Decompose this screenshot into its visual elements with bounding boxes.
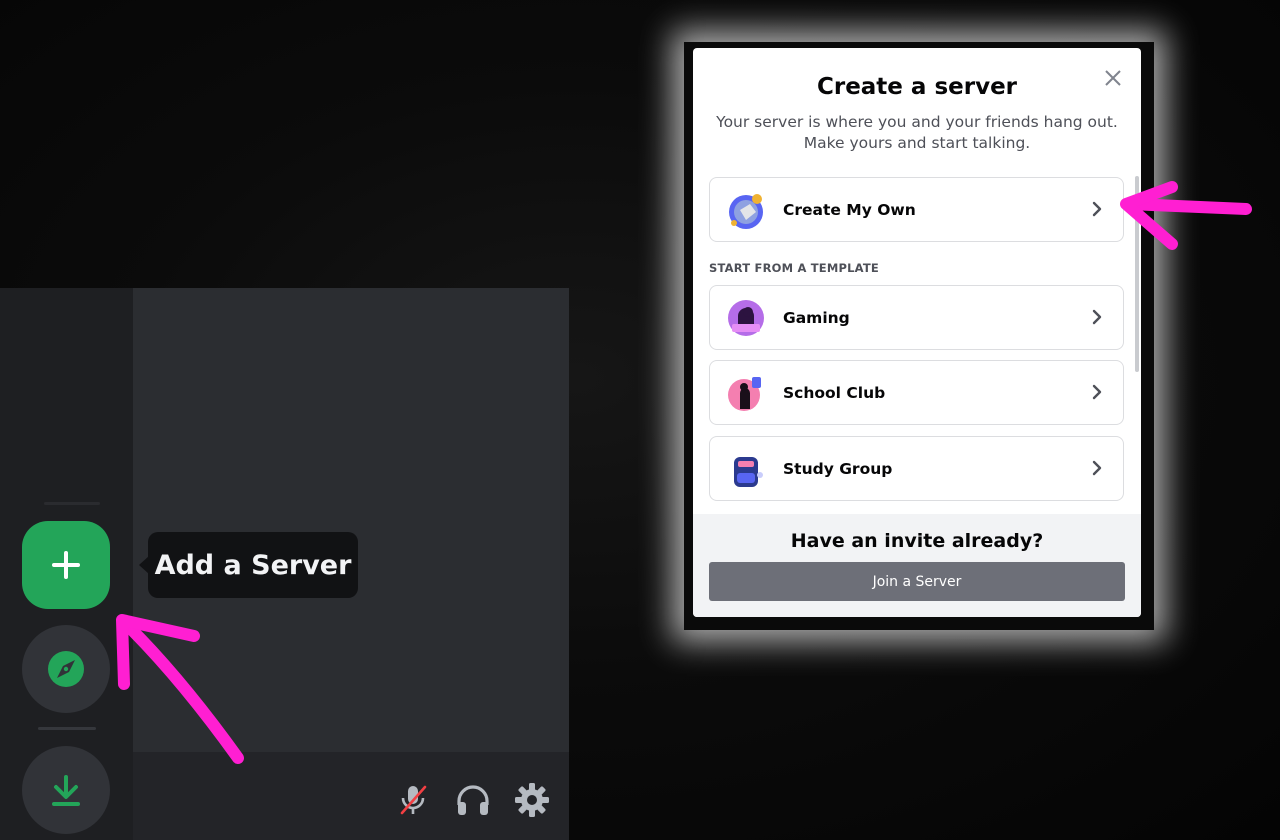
channel-area [133, 288, 569, 752]
template-label: Gaming [783, 308, 850, 327]
close-icon [1105, 70, 1121, 86]
close-button[interactable] [1101, 66, 1125, 90]
template-label: Study Group [783, 459, 893, 478]
gear-icon [515, 783, 549, 817]
template-school-club-option[interactable]: School Club [709, 360, 1124, 425]
rail-divider-top [44, 502, 100, 505]
school-club-icon [728, 377, 761, 411]
create-my-own-icon [729, 194, 763, 229]
study-group-icon [734, 457, 763, 487]
chevron-right-icon [1092, 460, 1102, 476]
download-icon [52, 775, 80, 806]
create-my-own-label: Create My Own [783, 200, 916, 219]
create-server-modal: Create a server Your server is where you… [693, 48, 1141, 617]
gaming-icon [728, 300, 764, 336]
modal-scrollbar[interactable] [1135, 176, 1139, 372]
template-study-group-option[interactable]: Study Group [709, 436, 1124, 501]
template-label: School Club [783, 383, 886, 402]
chevron-right-icon [1092, 201, 1102, 217]
footer-title: Have an invite already? [790, 530, 1044, 552]
modal-footer: Have an invite already? Join a Server [693, 514, 1141, 617]
download-apps-button[interactable] [22, 746, 110, 834]
modal-title: Create a server [816, 74, 1018, 100]
template-section-label: START FROM A TEMPLATE [709, 261, 879, 275]
compass-icon [48, 651, 84, 687]
headphones-icon [457, 785, 489, 815]
create-my-own-option[interactable]: Create My Own [709, 177, 1124, 242]
chevron-right-icon [1092, 384, 1102, 400]
add-server-button[interactable] [22, 521, 110, 609]
add-server-tooltip: Add a Server [148, 532, 358, 598]
mute-button[interactable] [393, 780, 433, 820]
explore-servers-button[interactable] [22, 625, 110, 713]
template-gaming-option[interactable]: Gaming [709, 285, 1124, 350]
microphone-muted-icon [400, 785, 427, 815]
user-settings-button[interactable] [512, 780, 552, 820]
join-server-button[interactable]: Join a Server [709, 562, 1125, 601]
deafen-button[interactable] [453, 780, 493, 820]
chevron-right-icon [1092, 309, 1102, 325]
plus-icon [52, 551, 80, 579]
user-panel [133, 752, 569, 840]
rail-divider [38, 727, 96, 730]
modal-description: Your server is where you and your friend… [716, 113, 1118, 152]
